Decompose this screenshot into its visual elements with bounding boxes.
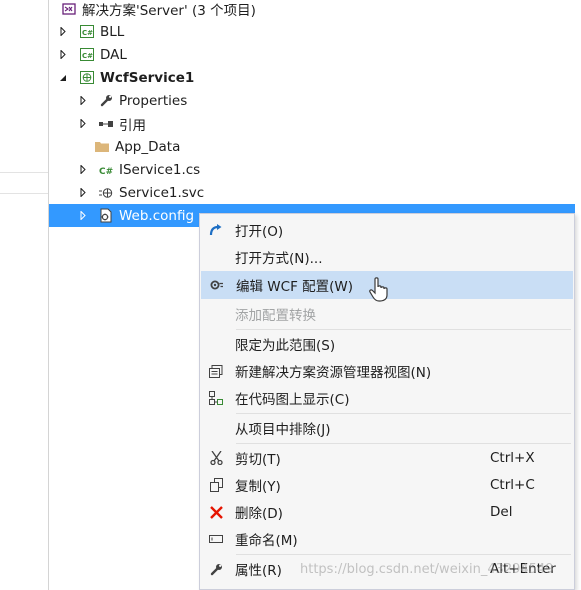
tree-item-bll[interactable]: C# BLL: [49, 20, 581, 43]
menu-item-delete[interactable]: 删除(D) Del: [201, 499, 573, 525]
menu-item-label: 剪切(T): [235, 452, 281, 468]
tree-item-label: 引用: [119, 117, 146, 134]
menu-item-label: 限定为此范围(S): [235, 338, 336, 354]
menu-shortcut: Del: [490, 504, 513, 520]
svg-text:C#: C#: [99, 167, 113, 176]
menu-item-label: 在代码图上显示(C): [235, 392, 350, 408]
menu-item-open[interactable]: 打开(O): [201, 217, 573, 243]
menu-item-copy[interactable]: 复制(Y) Ctrl+C: [201, 472, 573, 498]
collapse-arrow-icon[interactable]: [58, 73, 68, 83]
menu-item-new-solution-view[interactable]: 新建解决方案资源管理器视图(N): [201, 358, 573, 384]
menu-item-show-on-code-map[interactable]: 在代码图上显示(C): [201, 385, 573, 411]
expand-arrow-icon[interactable]: [78, 119, 88, 129]
menu-shortcut: Ctrl+X: [490, 450, 535, 466]
web-project-icon: [79, 70, 95, 86]
tree-item-label: IService1.cs: [119, 161, 201, 178]
tree-item-label: WcfService1: [100, 69, 195, 86]
copy-icon: [201, 478, 231, 492]
menu-separator: [236, 329, 571, 330]
tree-item-label: Service1.svc: [119, 184, 205, 201]
open-arrow-icon: [201, 223, 231, 237]
menu-item-scope-to-this[interactable]: 限定为此范围(S): [201, 331, 573, 357]
tree-item-service1[interactable]: Service1.svc: [49, 181, 581, 204]
wrench-icon: [98, 93, 114, 109]
service-file-icon: [98, 185, 114, 201]
delete-x-icon: [201, 505, 231, 519]
tree-item-label: App_Data: [115, 138, 181, 155]
menu-item-label: 打开(O): [235, 224, 284, 240]
hand-cursor-icon: [368, 277, 392, 307]
menu-item-label: 重命名(M): [235, 533, 298, 549]
menu-item-rename[interactable]: 重命名(M): [201, 526, 573, 552]
code-map-icon: [201, 391, 231, 405]
watermark: https://blog.csdn.net/weixin_43294549: [300, 562, 554, 577]
menu-item-label: 删除(D): [235, 506, 283, 522]
wrench-icon: [201, 563, 231, 576]
left-pane: [0, 0, 48, 590]
tree-item-label: Properties: [119, 92, 188, 109]
scissors-icon: [201, 451, 231, 465]
tree-item-label: 解决方案'Server' (3 个项目): [82, 2, 256, 19]
expand-arrow-icon[interactable]: [78, 165, 88, 175]
expand-arrow-icon[interactable]: [78, 211, 88, 221]
expand-arrow-icon[interactable]: [78, 188, 88, 198]
svg-text:C#: C#: [82, 52, 93, 60]
rename-icon: [201, 534, 231, 544]
menu-item-label: 新建解决方案资源管理器视图(N): [235, 365, 432, 381]
menu-item-open-with[interactable]: 打开方式(N)...: [201, 244, 573, 270]
solution-icon: [61, 1, 77, 17]
tree-item-app-data[interactable]: App_Data: [49, 135, 581, 158]
tree-item-label: Web.config: [119, 207, 195, 224]
expand-arrow-icon[interactable]: [58, 27, 68, 37]
new-view-icon: [201, 364, 231, 378]
menu-item-label: 从项目中排除(J): [235, 422, 331, 438]
expand-arrow-icon[interactable]: [78, 96, 88, 106]
menu-separator: [236, 554, 571, 555]
svg-text:C#: C#: [82, 29, 93, 37]
menu-item-cut[interactable]: 剪切(T) Ctrl+X: [201, 445, 573, 471]
tree-item-label: DAL: [100, 46, 127, 63]
tree-item-properties[interactable]: Properties: [49, 89, 581, 112]
expand-arrow-icon[interactable]: [58, 50, 68, 60]
menu-item-label: 添加配置转换: [235, 308, 316, 324]
tree-item-solution[interactable]: 解决方案'Server' (3 个项目): [49, 0, 581, 20]
menu-item-label: 编辑 WCF 配置(W): [236, 279, 354, 295]
menu-item-label: 复制(Y): [235, 479, 281, 495]
references-icon: [98, 116, 114, 132]
tree-item-dal[interactable]: C# DAL: [49, 43, 581, 66]
csharp-project-icon: C#: [79, 24, 95, 40]
menu-item-exclude-from-project[interactable]: 从项目中排除(J): [201, 415, 573, 441]
csharp-file-icon: C#: [98, 162, 114, 178]
wcf-config-gear-icon: [202, 279, 232, 291]
menu-separator: [236, 413, 571, 414]
folder-icon: [94, 139, 110, 155]
menu-item-label: 打开方式(N)...: [235, 251, 323, 267]
tree-item-label: BLL: [100, 23, 125, 40]
tree-item-wcfservice1[interactable]: WcfService1: [49, 66, 581, 89]
context-menu: 打开(O) 打开方式(N)... 编辑 WCF 配置(W) 添加配置转换 限定为…: [199, 213, 575, 590]
tree-item-references[interactable]: 引用: [49, 112, 581, 135]
config-file-icon: [98, 208, 114, 224]
menu-separator: [236, 443, 571, 444]
tree-item-iservice1[interactable]: C# IService1.cs: [49, 158, 581, 181]
csharp-project-icon: C#: [79, 47, 95, 63]
menu-item-label: 属性(R): [235, 563, 282, 579]
menu-shortcut: Ctrl+C: [490, 477, 535, 493]
